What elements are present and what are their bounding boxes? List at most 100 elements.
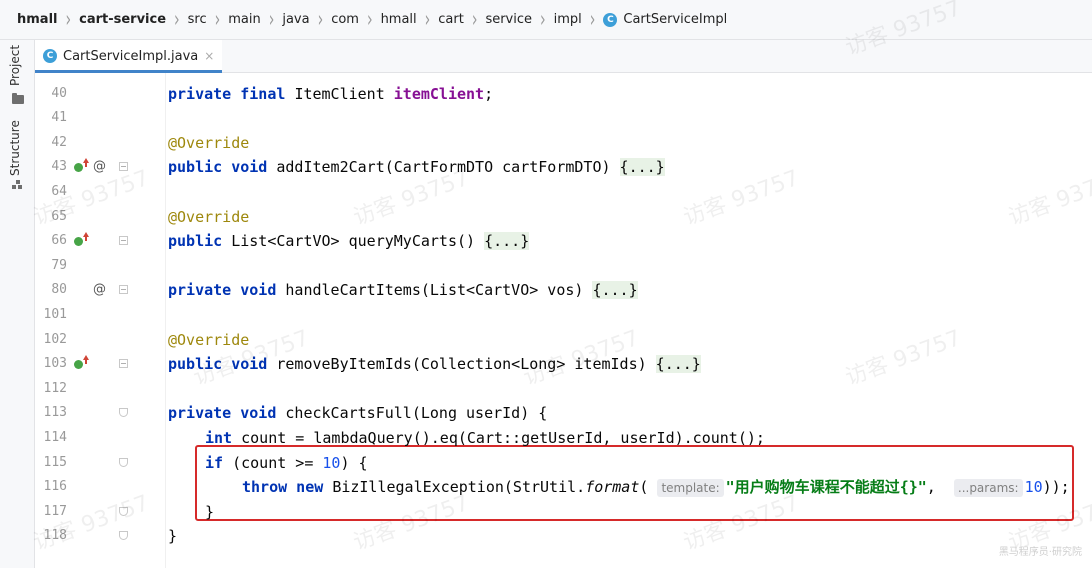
fold-toggle-icon[interactable] [119,236,128,246]
breadcrumb-item[interactable]: src [185,0,210,39]
code-line[interactable]: 116 throw new BizIllegalException(StrUtil… [35,475,1092,500]
fold-toggle-icon[interactable] [119,531,128,541]
code-token: @Override [168,207,250,226]
code-text: public List<CartVO> queryMyCarts() {...} [168,229,530,254]
code-line[interactable]: 101 [35,303,1092,328]
code-token: public void [168,355,277,374]
line-number[interactable]: 103 [35,352,67,377]
code-line[interactable]: 79 [35,254,1092,279]
code-line[interactable]: 118} [35,524,1092,549]
breadcrumb-item[interactable]: C CartServiceImpl [600,0,730,39]
project-tool-label: Project [8,44,22,86]
line-number[interactable]: 41 [35,106,67,131]
line-number[interactable]: 116 [35,475,67,500]
breadcrumb-separator: › [317,6,324,33]
line-number[interactable]: 65 [35,205,67,230]
fold-toggle-icon[interactable] [119,285,128,295]
line-number[interactable]: 114 [35,426,67,451]
go-to-super-icon[interactable] [83,355,89,365]
code-line[interactable]: 42 @Override [35,131,1092,156]
code-text: private final ItemClient itemClient; [168,82,493,107]
code-token: 10 [1024,478,1043,497]
folded-block[interactable]: {...} [655,355,701,374]
fold-toggle-icon[interactable] [119,506,128,516]
code-token: private final [168,84,295,103]
breadcrumb-item[interactable]: service [482,0,535,39]
breadcrumb-separator: › [540,6,546,33]
breadcrumb-label: cart [438,12,464,27]
line-number[interactable]: 113 [35,401,67,426]
line-number[interactable]: 42 [35,131,67,156]
annotation-gutter-icon[interactable]: @ [93,155,106,180]
line-number[interactable]: 118 [35,524,67,549]
code-token: public void [168,158,277,177]
code-token: "用户购物车课程不能超过{}" [725,478,927,497]
structure-tool-button[interactable]: Structure [0,120,34,194]
line-number[interactable]: 102 [35,328,67,353]
code-line[interactable]: 66 public List<CartVO> queryMyCarts() {..… [35,229,1092,254]
line-number[interactable]: 101 [35,303,67,328]
code-line[interactable]: 114 int count = lambdaQuery().eq(Cart::ge… [35,426,1092,451]
close-icon[interactable]: × [204,49,214,63]
code-line[interactable]: 64 [35,180,1092,205]
code-line[interactable]: 80 @ private void handleCartItems(List<Car… [35,278,1092,303]
code-token: (count >= [232,453,323,472]
breadcrumb-item[interactable]: cart [435,0,467,39]
breadcrumb-item[interactable]: cart-service [76,0,169,39]
line-number[interactable]: 40 [35,82,67,107]
code-token: List<CartVO> queryMyCarts() [231,232,485,251]
breadcrumb-item[interactable]: hmall [378,0,420,39]
go-to-super-icon[interactable] [83,158,89,168]
breadcrumb-label: hmall [380,12,417,27]
breadcrumb: hmall › cart-service › src › main › java › com › hma… [0,0,1092,40]
code-line[interactable]: 103 public void removeByItemIds(Collectio… [35,352,1092,377]
tab-cartserviceimpl[interactable]: C CartServiceImpl.java × [35,40,223,73]
line-number[interactable]: 112 [35,377,67,402]
folded-block[interactable]: {...} [592,281,638,300]
breadcrumb-item[interactable]: impl [551,0,585,39]
code-token: removeByItemIds(Collection<Long> itemIds… [276,355,656,374]
code-line[interactable]: 102 @Override [35,328,1092,353]
folded-block[interactable]: {...} [484,232,530,251]
editor-tabs: C CartServiceImpl.java × [35,40,1092,73]
line-number[interactable]: 43 [35,155,67,180]
line-number[interactable]: 80 [35,278,67,303]
implements-method-icon[interactable] [74,237,83,247]
code-line[interactable]: 113 private void checkCartsFull(Long user… [35,401,1092,426]
fold-toggle-icon[interactable] [119,359,128,369]
code-line[interactable]: 40 private final ItemClient itemClient; [35,82,1092,107]
fold-toggle-icon[interactable] [119,162,128,172]
code-token: private void [168,404,286,423]
breadcrumb-item[interactable]: hmall [14,0,61,39]
code-token: } [205,502,215,521]
class-icon: C [43,49,57,63]
code-line[interactable]: 65 @Override [35,205,1092,230]
code-token: 10 [322,453,341,472]
code-token: count = lambdaQuery().eq(Cart::getUserId… [241,428,765,447]
breadcrumb-item[interactable]: com [328,0,362,39]
code-line[interactable]: 117} [35,500,1092,525]
breadcrumb-item[interactable]: main [225,0,263,39]
line-number[interactable]: 79 [35,254,67,279]
folded-block[interactable]: {...} [619,158,665,177]
go-to-super-icon[interactable] [83,232,89,242]
project-tool-button[interactable]: Project [0,45,34,110]
fold-toggle-icon[interactable] [119,408,128,418]
breadcrumb-separator: › [471,6,478,33]
fold-toggle-icon[interactable] [119,457,128,467]
breadcrumb-item[interactable]: java [279,0,312,39]
code-line[interactable]: 115 if (count >= 10) { [35,451,1092,476]
code-line[interactable]: 112 [35,377,1092,402]
code-editor[interactable]: 40 private final ItemClient itemClient; 41… [35,73,1092,568]
implements-method-icon[interactable] [74,163,83,173]
code-text: } [168,524,177,549]
breadcrumb-separator: › [214,6,221,33]
code-line[interactable]: 43 @ public void addItem2Cart(CartFormDTO … [35,155,1092,180]
line-number[interactable]: 115 [35,451,67,476]
line-number[interactable]: 66 [35,229,67,254]
implements-method-icon[interactable] [74,360,83,370]
line-number[interactable]: 117 [35,500,67,525]
line-number[interactable]: 64 [35,180,67,205]
annotation-gutter-icon[interactable]: @ [93,278,106,303]
code-line[interactable]: 41 [35,106,1092,131]
